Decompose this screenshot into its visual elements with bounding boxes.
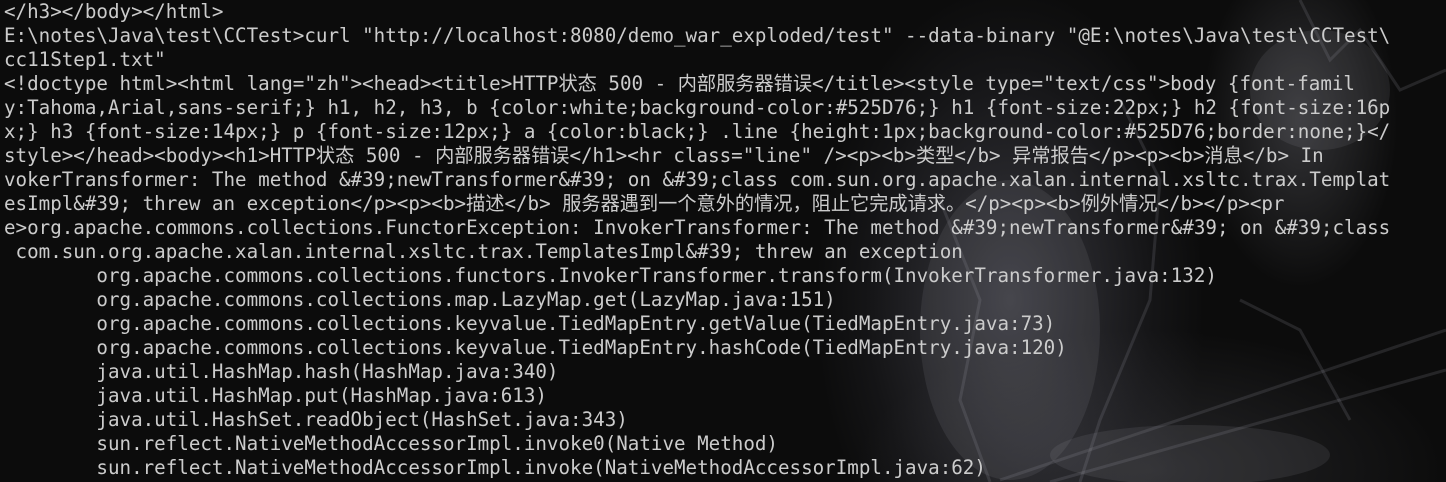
terminal-line: vokerTransformer: The method &#39;newTra… (4, 168, 1391, 191)
terminal-line: esImpl&#39; threw an exception</p><p><b>… (4, 192, 1285, 215)
terminal-line: sun.reflect.NativeMethodAccessorImpl.inv… (4, 456, 986, 479)
terminal-line: e>org.apache.commons.collections.Functor… (4, 216, 1391, 239)
terminal-line: E:\notes\Java\test\CCTest>curl "http://l… (4, 24, 1391, 47)
terminal-line: org.apache.commons.collections.map.LazyM… (4, 288, 836, 311)
terminal-line: cc11Step1.txt" (4, 48, 166, 71)
terminal-line: java.util.HashSet.readObject(HashSet.jav… (4, 408, 628, 431)
terminal-line: y:Tahoma,Arial,sans-serif;} h1, h2, h3, … (4, 96, 1391, 119)
terminal-line: java.util.HashMap.put(HashMap.java:613) (4, 384, 547, 407)
terminal-line: sun.reflect.NativeMethodAccessorImpl.inv… (4, 432, 778, 455)
terminal-line: org.apache.commons.collections.keyvalue.… (4, 312, 1056, 335)
terminal-output: </h3></body></html> E:\notes\Java\test\CC… (4, 0, 1444, 480)
terminal-line: com.sun.org.apache.xalan.internal.xsltc.… (4, 240, 963, 263)
terminal-window[interactable]: </h3></body></html> E:\notes\Java\test\CC… (0, 0, 1446, 482)
terminal-line: style></head><body><h1>HTTP状态 500 - 内部服务… (4, 144, 1324, 167)
terminal-line: <!doctype html><html lang="zh"><head><ti… (4, 72, 1355, 95)
terminal-line: org.apache.commons.collections.functors.… (4, 264, 1217, 287)
terminal-line: </h3></body></html> (4, 0, 224, 23)
terminal-line: org.apache.commons.collections.keyvalue.… (4, 336, 1067, 359)
terminal-line: java.util.HashMap.hash(HashMap.java:340) (4, 360, 559, 383)
terminal-line: x;} h3 {font-size:14px;} p {font-size:12… (4, 120, 1391, 143)
